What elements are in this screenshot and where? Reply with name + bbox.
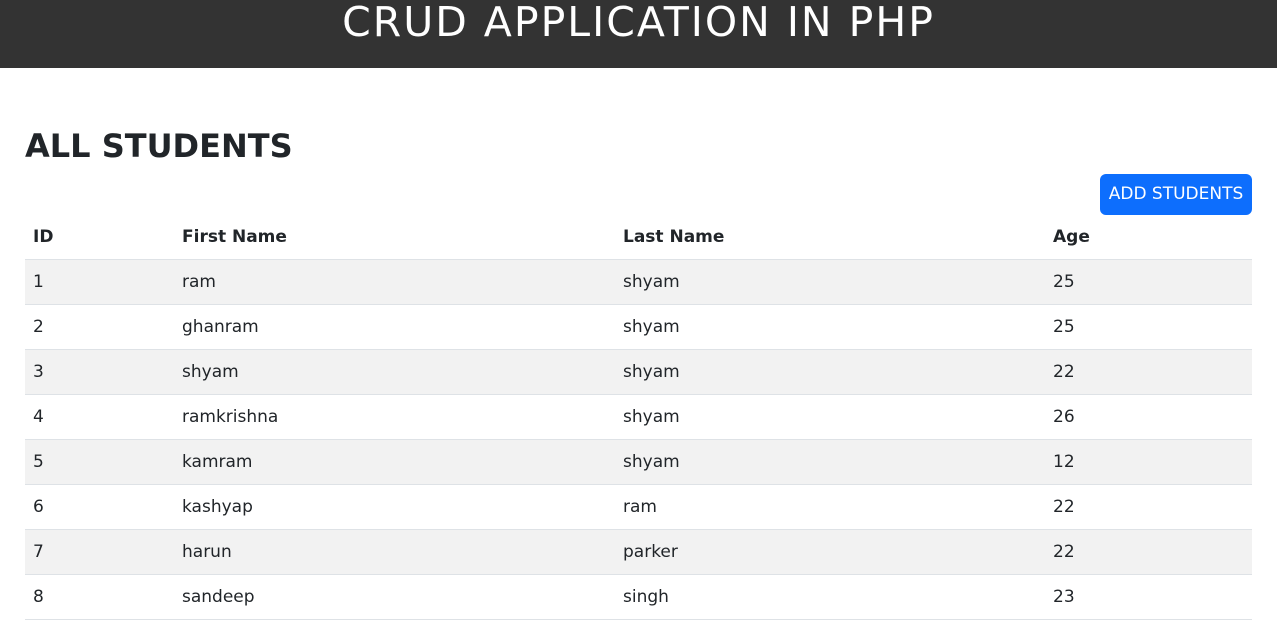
page-title: ALL STUDENTS (25, 127, 293, 165)
cell-id: 7 (25, 529, 174, 575)
cell-age: 23 (1045, 574, 1252, 620)
app-title: CRUD APPLICATION IN PHP (342, 0, 935, 46)
cell-first-name: kashyap (174, 484, 615, 530)
cell-last-name: shyam (615, 439, 1045, 485)
cell-age: 25 (1045, 259, 1252, 305)
add-students-button[interactable]: ADD STUDENTS (1100, 174, 1252, 215)
cell-first-name: shyam (174, 349, 615, 395)
cell-id: 6 (25, 484, 174, 530)
table-row: 6 kashyap ram 22 (25, 484, 1252, 530)
cell-age: 22 (1045, 529, 1252, 575)
cell-age: 22 (1045, 349, 1252, 395)
column-header-last-name: Last Name (615, 215, 1045, 260)
table-row: 5 kamram shyam 12 (25, 439, 1252, 485)
students-table: ID First Name Last Name Age 1 ram shyam 25 2… (25, 215, 1252, 620)
cell-first-name: sandeep (174, 574, 615, 620)
app-header: CRUD APPLICATION IN PHP (0, 0, 1277, 68)
table-row: 3 shyam shyam 22 (25, 349, 1252, 395)
table-row: 8 sandeep singh 23 (25, 574, 1252, 620)
cell-id: 4 (25, 394, 174, 440)
cell-first-name: kamram (174, 439, 615, 485)
cell-first-name: ghanram (174, 304, 615, 350)
cell-age: 12 (1045, 439, 1252, 485)
cell-last-name: parker (615, 529, 1045, 575)
column-header-first-name: First Name (174, 215, 615, 260)
cell-id: 3 (25, 349, 174, 395)
column-header-age: Age (1045, 215, 1252, 260)
table-row: 2 ghanram shyam 25 (25, 304, 1252, 350)
table-row: 4 ramkrishna shyam 26 (25, 394, 1252, 440)
cell-last-name: shyam (615, 394, 1045, 440)
cell-last-name: shyam (615, 304, 1045, 350)
table-row: 7 harun parker 22 (25, 529, 1252, 575)
cell-id: 8 (25, 574, 174, 620)
cell-id: 1 (25, 259, 174, 305)
table-row: 1 ram shyam 25 (25, 259, 1252, 305)
cell-last-name: singh (615, 574, 1045, 620)
table-header: ID First Name Last Name Age (25, 215, 1252, 260)
table-header-row: ID First Name Last Name Age (25, 215, 1252, 260)
cell-id: 2 (25, 304, 174, 350)
cell-id: 5 (25, 439, 174, 485)
cell-first-name: harun (174, 529, 615, 575)
table-body: 1 ram shyam 25 2 ghanram shyam 25 3 shyam shyam 22 4… (25, 259, 1252, 620)
cell-last-name: shyam (615, 349, 1045, 395)
cell-age: 22 (1045, 484, 1252, 530)
cell-first-name: ramkrishna (174, 394, 615, 440)
cell-age: 26 (1045, 394, 1252, 440)
cell-age: 25 (1045, 304, 1252, 350)
column-header-id: ID (25, 215, 174, 260)
cell-first-name: ram (174, 259, 615, 305)
cell-last-name: shyam (615, 259, 1045, 305)
cell-last-name: ram (615, 484, 1045, 530)
